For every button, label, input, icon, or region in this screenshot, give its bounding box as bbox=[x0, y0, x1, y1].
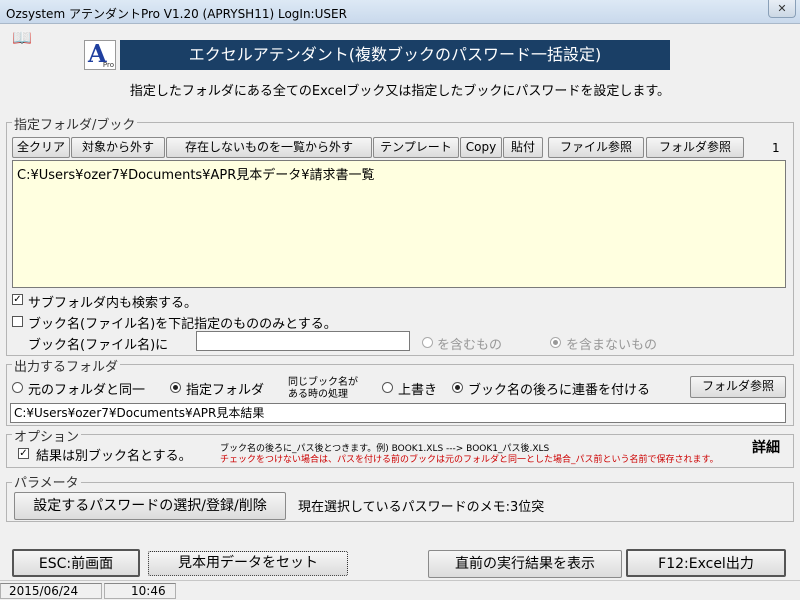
remove-missing-button[interactable]: 存在しないものを一覧から外す bbox=[166, 137, 372, 158]
subtitle: 指定したフォルダにある全てのExcelブック又は指定したブックにパスワードを設定… bbox=[129, 84, 671, 99]
clear-all-button[interactable]: 全クリア bbox=[12, 137, 70, 158]
folder-browse-button[interactable]: フォルダ参照 bbox=[646, 137, 744, 158]
include-label: を含むもの bbox=[437, 338, 503, 353]
title-bar: Ozsystem アテンダントPro V1.20 (APRYSH11) LogI… bbox=[0, 0, 800, 24]
file-browse-button[interactable]: ファイル参照 bbox=[548, 137, 644, 158]
output-group-legend: 出力するフォルダ bbox=[12, 356, 121, 375]
separate-name-checkbox[interactable]: ✓ bbox=[18, 448, 29, 459]
banner-title: エクセルアテンダント(複数ブックのパスワード一括設定) bbox=[120, 40, 670, 70]
include-radio[interactable] bbox=[422, 337, 433, 348]
subfolder-label: サブフォルダ内も検索する。 bbox=[28, 296, 198, 311]
bookname-label: ブック名(ファイル名)に bbox=[28, 338, 169, 353]
separate-name-label: 結果は別ブック名とする。 bbox=[36, 449, 192, 464]
overwrite-radio[interactable] bbox=[382, 382, 393, 393]
copy-button[interactable]: Copy bbox=[460, 137, 502, 158]
target-list-item[interactable]: C:¥Users¥ozer7¥Documents¥APR見本データ¥請求書一覧 bbox=[13, 161, 785, 186]
same-name-label-2: ある時の処理 bbox=[288, 389, 348, 400]
book-icon[interactable]: 📖 bbox=[12, 30, 34, 46]
serial-radio[interactable] bbox=[452, 382, 463, 393]
folder-group-legend: 指定フォルダ/ブック bbox=[12, 114, 138, 133]
status-bar: 2015/06/24 10:46 bbox=[0, 580, 800, 600]
close-button[interactable]: ✕ bbox=[768, 0, 796, 18]
excel-output-button[interactable]: F12:Excel出力 bbox=[626, 549, 786, 577]
options-group-legend: オプション bbox=[12, 426, 82, 445]
exclude-radio[interactable] bbox=[550, 337, 561, 348]
overwrite-label: 上書き bbox=[398, 383, 438, 398]
window-title: Ozsystem アテンダントPro V1.20 (APRYSH11) LogI… bbox=[6, 7, 347, 21]
last-result-button[interactable]: 直前の実行結果を表示 bbox=[428, 550, 622, 578]
password-select-button[interactable]: 設定するパスワードの選択/登録/削除 bbox=[14, 492, 286, 520]
specified-folder-label: 指定フォルダ bbox=[186, 383, 265, 398]
bookname-input[interactable] bbox=[196, 331, 410, 351]
same-folder-label: 元のフォルダと同一 bbox=[28, 383, 146, 398]
status-date: 2015/06/24 bbox=[0, 583, 102, 599]
sample-data-button[interactable]: 見本用データをセット bbox=[148, 551, 348, 576]
paste-button[interactable]: 貼付 bbox=[503, 137, 543, 158]
subfolder-checkbox[interactable]: ✓ bbox=[12, 294, 23, 305]
exclude-label: を含まないもの bbox=[566, 338, 658, 353]
template-button[interactable]: テンプレート bbox=[373, 137, 459, 158]
options-note-2: チェックをつけない場合は、パスを付ける前のブックは元のフォルダと同一とした場合_… bbox=[220, 455, 719, 465]
item-count: 1 bbox=[772, 141, 780, 155]
params-group-legend: パラメータ bbox=[12, 472, 81, 491]
remove-from-target-button[interactable]: 対象から外す bbox=[71, 137, 165, 158]
output-folder-browse-button[interactable]: フォルダ参照 bbox=[690, 376, 786, 398]
same-folder-radio[interactable] bbox=[12, 382, 23, 393]
bookname-filter-label: ブック名(ファイル名)を下記指定のもののみとする。 bbox=[28, 317, 337, 332]
esc-back-button[interactable]: ESC:前画面 bbox=[12, 549, 140, 577]
password-memo: 現在選択しているパスワードのメモ:3位突 bbox=[298, 500, 545, 515]
specified-folder-radio[interactable] bbox=[170, 382, 181, 393]
output-path-field[interactable]: C:¥Users¥ozer7¥Documents¥APR見本結果 bbox=[10, 403, 786, 423]
app-logo: A Pro bbox=[84, 39, 116, 70]
details-link[interactable]: 詳細 bbox=[752, 437, 780, 457]
serial-label: ブック名の後ろに連番を付ける bbox=[468, 383, 651, 398]
status-time: 10:46 bbox=[104, 583, 176, 599]
target-list[interactable]: C:¥Users¥ozer7¥Documents¥APR見本データ¥請求書一覧 bbox=[12, 160, 786, 288]
bookname-filter-checkbox[interactable] bbox=[12, 316, 23, 327]
